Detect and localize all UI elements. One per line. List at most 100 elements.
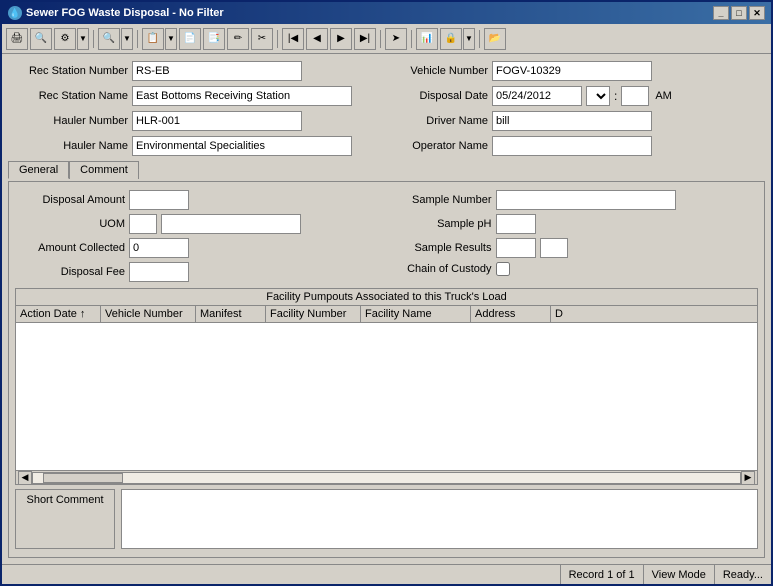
tabs-container: General Comment	[8, 160, 765, 178]
rec-station-number-input[interactable]	[132, 61, 302, 81]
sample-results-input2[interactable]	[540, 238, 568, 258]
hauler-name-input[interactable]	[132, 136, 352, 156]
table-header: Action Date ↑ Vehicle Number Manifest Fa…	[16, 306, 757, 323]
short-comment-label: Short Comment	[15, 489, 115, 549]
disposal-amount-label: Disposal Amount	[15, 194, 125, 206]
col-d[interactable]: D	[551, 306, 757, 322]
tab-content-general: Disposal Amount UOM Amount Collected Dis…	[8, 181, 765, 558]
filter-dropdown[interactable]: ▼	[121, 28, 133, 50]
nav-last[interactable]: ▶|	[354, 28, 376, 50]
rec-station-number-row: Rec Station Number	[8, 60, 385, 82]
amount-collected-label: Amount Collected	[15, 242, 125, 254]
scroll-right-button[interactable]: ▶	[741, 471, 755, 485]
disposal-amount-field: Disposal Amount	[15, 190, 382, 210]
horizontal-scrollbar[interactable]	[32, 472, 741, 484]
disposal-amount-input[interactable]	[129, 190, 189, 210]
scroll-thumb[interactable]	[43, 473, 123, 483]
copy-button[interactable]: 📋	[142, 28, 164, 50]
record-status: Record 1 of 1	[561, 565, 644, 584]
goto-button[interactable]: ➤	[385, 28, 407, 50]
hauler-number-input[interactable]	[132, 111, 302, 131]
disposal-fee-field: Disposal Fee	[15, 262, 382, 282]
chain-custody-label: Chain of Custody	[392, 263, 492, 275]
sample-ph-input[interactable]	[496, 214, 536, 234]
uom-input2[interactable]	[161, 214, 301, 234]
content-area: Rec Station Number Rec Station Name Haul…	[2, 54, 771, 564]
disposal-fee-input[interactable]	[129, 262, 189, 282]
table-scrollbar-area: ◀ ▶	[16, 470, 757, 484]
status-empty	[2, 565, 561, 584]
disposal-fee-label: Disposal Fee	[15, 266, 125, 278]
copy-dropdown[interactable]: ▼	[165, 28, 177, 50]
driver-name-label: Driver Name	[388, 115, 488, 127]
col-address[interactable]: Address	[471, 306, 551, 322]
status-bar: Record 1 of 1 View Mode Ready...	[2, 564, 771, 584]
sample-ph-label: Sample pH	[392, 218, 492, 230]
edit-button[interactable]: ✏	[227, 28, 249, 50]
disposal-date-input[interactable]	[492, 86, 582, 106]
nav-next[interactable]: ▶	[330, 28, 352, 50]
top-left-fields: Rec Station Number Rec Station Name Haul…	[8, 60, 385, 157]
sep1	[93, 30, 94, 48]
operator-name-label: Operator Name	[388, 140, 488, 152]
tab-general[interactable]: General	[8, 161, 69, 179]
table-title: Facility Pumpouts Associated to this Tru…	[16, 289, 757, 306]
sep4	[380, 30, 381, 48]
cut-button[interactable]: ✂	[251, 28, 273, 50]
operator-name-input[interactable]	[492, 136, 652, 156]
preview-button[interactable]: 🔍	[30, 28, 52, 50]
comment-section: Short Comment	[15, 489, 758, 549]
tools-button[interactable]: ⚙	[54, 28, 76, 50]
short-comment-input[interactable]	[121, 489, 758, 549]
rec-station-name-row: Rec Station Name	[8, 85, 385, 107]
maximize-button[interactable]: □	[731, 6, 747, 20]
print-button[interactable]: 🖨	[6, 28, 28, 50]
general-fields: Disposal Amount UOM Amount Collected Dis…	[15, 190, 758, 282]
col-manifest[interactable]: Manifest	[196, 306, 266, 322]
app-icon: 💧	[8, 6, 22, 20]
new-button[interactable]: 📄	[179, 28, 201, 50]
disposal-date-dropdown[interactable]	[586, 86, 610, 106]
window-title: Sewer FOG Waste Disposal - No Filter	[26, 7, 224, 19]
col-facility-number[interactable]: Facility Number	[266, 306, 361, 322]
sep3	[277, 30, 278, 48]
right-general-fields: Sample Number Sample pH Sample Results C…	[392, 190, 759, 282]
tab-comment[interactable]: Comment	[69, 161, 139, 179]
driver-name-input[interactable]	[492, 111, 652, 131]
chain-custody-checkbox[interactable]	[496, 262, 510, 276]
disposal-date-row: Disposal Date : AM	[388, 85, 765, 107]
vehicle-number-input[interactable]	[492, 61, 652, 81]
table-body[interactable]	[16, 323, 757, 470]
disposal-date-label: Disposal Date	[388, 90, 488, 102]
ready-status: Ready...	[715, 565, 771, 584]
view-mode-status: View Mode	[644, 565, 715, 584]
sample-results-input1[interactable]	[496, 238, 536, 258]
disposal-time-input[interactable]	[621, 86, 649, 106]
lock-button[interactable]: 🔒	[440, 28, 462, 50]
uom-input1[interactable]	[129, 214, 157, 234]
scroll-left-button[interactable]: ◀	[18, 471, 32, 485]
col-facility-name[interactable]: Facility Name	[361, 306, 471, 322]
hauler-name-label: Hauler Name	[8, 140, 128, 152]
filter-button[interactable]: 🔍	[98, 28, 120, 50]
rec-station-name-input[interactable]	[132, 86, 352, 106]
hauler-number-label: Hauler Number	[8, 115, 128, 127]
sample-number-input[interactable]	[496, 190, 676, 210]
amount-collected-input[interactable]	[129, 238, 189, 258]
close-button[interactable]: ✕	[749, 6, 765, 20]
minimize-button[interactable]: _	[713, 6, 729, 20]
title-bar-left: 💧 Sewer FOG Waste Disposal - No Filter	[8, 6, 224, 20]
sample-results-field: Sample Results	[392, 238, 759, 258]
rec-station-name-label: Rec Station Name	[8, 90, 128, 102]
nav-prev[interactable]: ◀	[306, 28, 328, 50]
open-button[interactable]: 📑	[203, 28, 225, 50]
toolbar: 🖨 🔍 ⚙ ▼ 🔍 ▼ 📋 ▼ 📄 📑 ✏ ✂ |◀ ◀ ▶ ▶| ➤ 📊 🔒	[2, 24, 771, 54]
col-action-date[interactable]: Action Date ↑	[16, 306, 101, 322]
chart-button[interactable]: 📊	[416, 28, 438, 50]
tools-dropdown[interactable]: ▼	[77, 28, 89, 50]
top-fields: Rec Station Number Rec Station Name Haul…	[8, 60, 765, 157]
col-vehicle-number[interactable]: Vehicle Number	[101, 306, 196, 322]
nav-first[interactable]: |◀	[282, 28, 304, 50]
folder-button[interactable]: 📂	[484, 28, 506, 50]
lock-dropdown[interactable]: ▼	[463, 28, 475, 50]
